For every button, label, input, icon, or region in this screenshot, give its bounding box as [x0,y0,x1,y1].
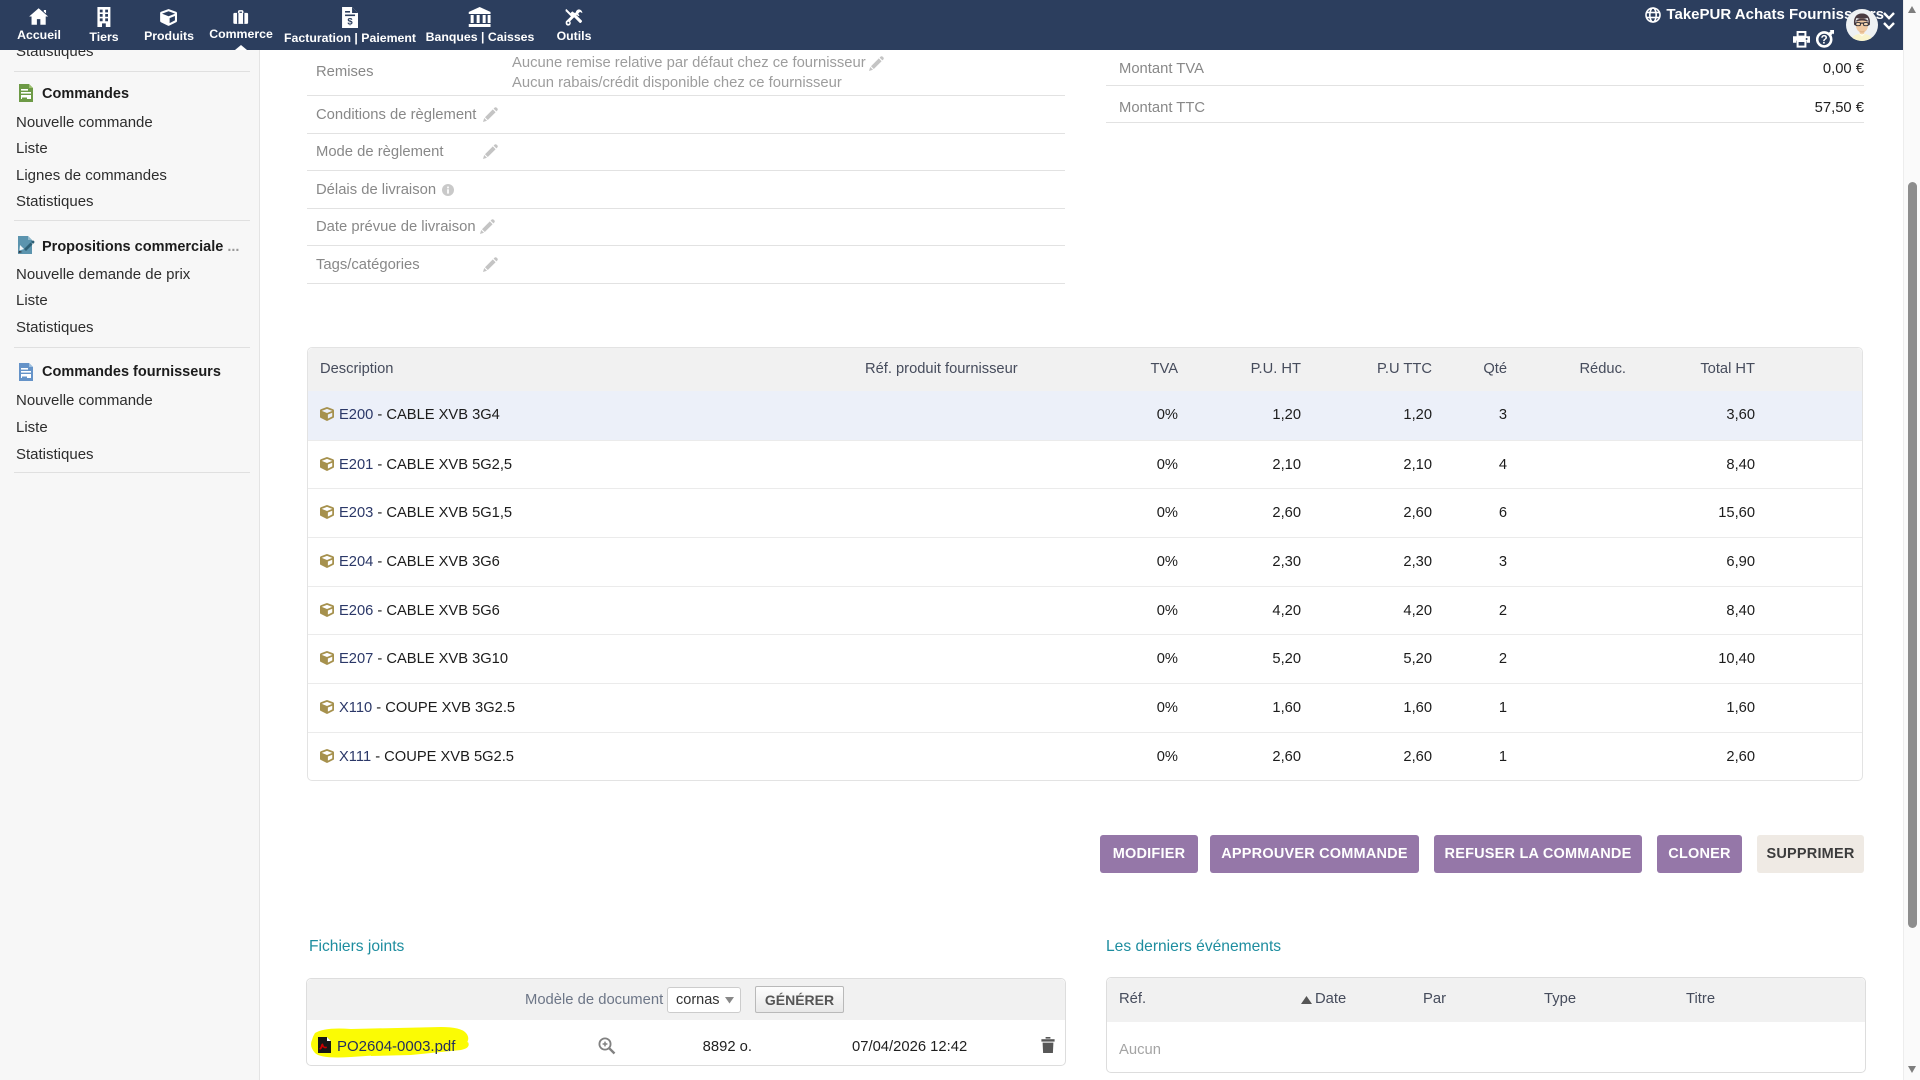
svg-text:$: $ [347,17,353,28]
svg-text:?: ? [1821,35,1828,47]
